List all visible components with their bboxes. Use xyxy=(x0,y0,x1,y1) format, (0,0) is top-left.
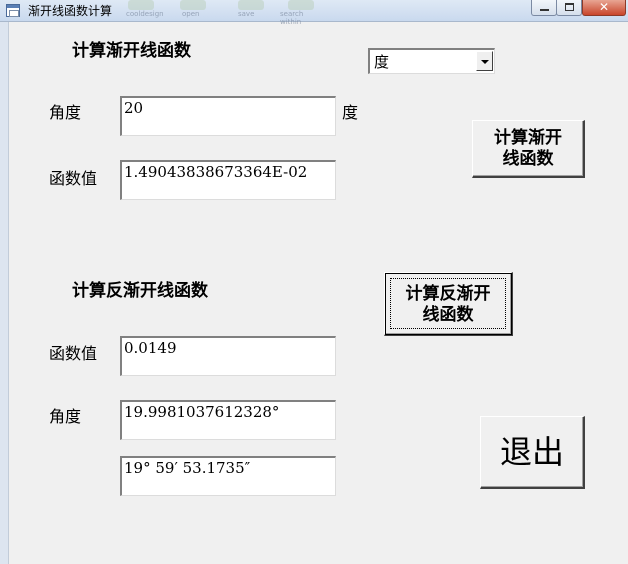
chevron-down-icon xyxy=(481,60,489,64)
maximize-button[interactable] xyxy=(556,0,582,16)
minimize-icon xyxy=(540,9,549,11)
ghost-icon xyxy=(128,0,154,10)
title-bar[interactable]: 渐开线函数计算 cooldesign open save search with… xyxy=(0,0,628,26)
compute-involute-button-line1: 计算渐开 xyxy=(494,128,562,148)
angle-decimal-output[interactable]: 19.9981037612328° xyxy=(120,400,336,440)
angle-label: 角度 xyxy=(49,103,82,122)
compute-involute-button-line2: 线函数 xyxy=(502,149,554,169)
minimize-button[interactable] xyxy=(531,0,557,16)
close-button[interactable]: ✕ xyxy=(582,0,626,16)
compute-inverse-button-line1: 计算反渐开 xyxy=(405,284,491,304)
unit-select[interactable]: 度 xyxy=(368,48,495,74)
exit-button-label: 退出 xyxy=(499,433,564,471)
inverse-function-value-input[interactable]: 0.0149 xyxy=(120,336,336,376)
maximize-icon xyxy=(565,3,574,11)
window-frame-edge xyxy=(0,22,9,564)
ghost-icon xyxy=(238,0,264,10)
unit-select-dropdown-button[interactable] xyxy=(476,51,493,71)
app-icon[interactable] xyxy=(6,4,20,17)
function-value-label: 函数值 xyxy=(49,169,98,188)
ghost-icon xyxy=(180,0,206,10)
close-icon: ✕ xyxy=(598,0,610,14)
ghost-icon xyxy=(288,0,314,10)
window-title: 渐开线函数计算 xyxy=(28,4,113,18)
ghost-label: save xyxy=(238,10,255,18)
function-value-output[interactable]: 1.49043838673364E-02 xyxy=(120,160,336,200)
angle-dms-output[interactable]: 19° 59′ 53.1735″ xyxy=(120,456,336,496)
angle-unit-label: 度 xyxy=(342,103,359,122)
ghost-label: open xyxy=(182,10,200,18)
inverse-function-value-label: 函数值 xyxy=(49,344,98,363)
inverse-involute-heading: 计算反渐开线函数 xyxy=(72,281,208,301)
ghost-label: search within xyxy=(280,10,304,26)
angle-input[interactable]: 20 xyxy=(120,96,336,136)
unit-select-value: 度 xyxy=(374,53,390,71)
compute-inverse-button-line2: 线函数 xyxy=(422,305,474,325)
inverse-angle-label: 角度 xyxy=(49,407,82,426)
involute-heading: 计算渐开线函数 xyxy=(72,41,191,61)
exit-button[interactable]: 退出 xyxy=(480,416,585,489)
compute-involute-button[interactable]: 计算渐开 线函数 xyxy=(472,120,585,178)
ghost-label: cooldesign xyxy=(126,10,164,18)
compute-inverse-involute-button[interactable]: 计算反渐开 线函数 xyxy=(384,272,513,336)
